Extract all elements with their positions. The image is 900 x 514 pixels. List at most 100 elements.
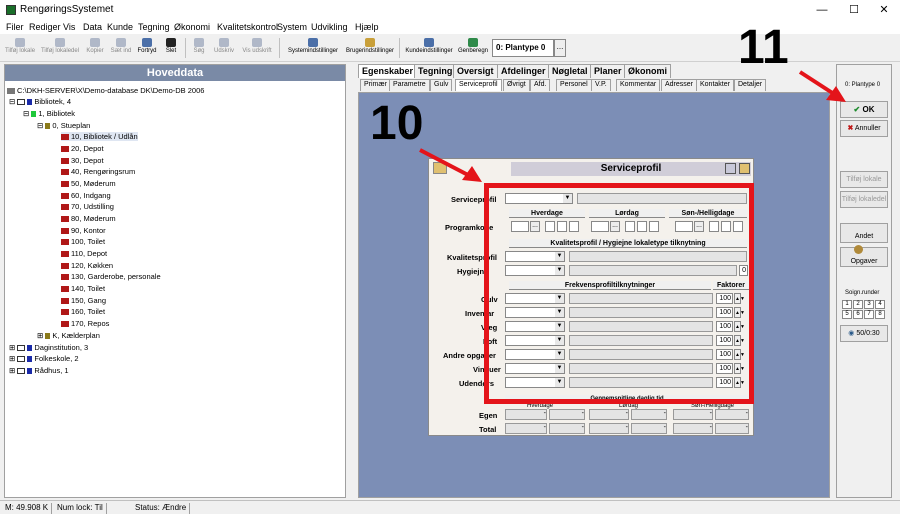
subtab-personel[interactable]: Personel — [556, 79, 592, 91]
room-icon — [61, 251, 69, 258]
subtab-ovrigt[interactable]: Øvrigt — [503, 79, 530, 91]
folder-icon[interactable] — [433, 162, 447, 174]
round-8[interactable]: 8 — [875, 310, 885, 319]
subtab-gulv[interactable]: Gulv — [430, 79, 453, 91]
action-panel: 0: Plantype 0 ✔ OK ✖ Annuller Tilføj lok… — [836, 64, 892, 498]
round-4[interactable]: 4 — [875, 300, 885, 309]
egen-time-field: - — [631, 409, 667, 420]
subtab-primaer[interactable]: Primær — [360, 79, 391, 91]
close-button[interactable]: ✕ — [868, 0, 900, 20]
tab-okonomi[interactable]: Økonomi — [624, 64, 672, 78]
tasks-button[interactable]: Opgaver — [840, 247, 888, 267]
tree-node[interactable]: 110, Depot — [61, 249, 107, 258]
tree-node[interactable]: ⊞ Rådhus, 1 — [9, 366, 69, 375]
tree-node-selected[interactable]: 10, Bibliotek / Udlån — [61, 132, 138, 141]
customer-settings-button[interactable]: Kundeindstillinger — [403, 36, 455, 60]
menu-data[interactable]: Data — [83, 22, 102, 32]
round-2[interactable]: 2 — [853, 300, 863, 309]
copy-button[interactable]: Kopier — [84, 36, 106, 60]
tree-node[interactable]: ⊞ Daginstitution, 3 — [9, 343, 88, 352]
add-roompart-button[interactable]: Tilføj lokaledel — [840, 191, 888, 208]
menu-okonomi[interactable]: Økonomi — [174, 22, 210, 32]
menu-udvikling[interactable]: Udvikling — [311, 22, 348, 32]
tree-node[interactable]: ⊞ K, Kælderplan — [37, 331, 100, 340]
system-settings-button[interactable]: Systemindstillinger — [284, 36, 342, 60]
round-5[interactable]: 5 — [842, 310, 852, 319]
calculator-icon[interactable] — [725, 163, 736, 174]
tree-node[interactable]: 50, Møderum — [61, 179, 116, 188]
tree-node[interactable]: 90, Kontor — [61, 226, 106, 235]
tree-node[interactable]: 130, Garderobe, personale — [61, 272, 161, 281]
other-button[interactable]: Andet — [840, 223, 888, 243]
floor-marker-icon — [45, 123, 51, 130]
plantype-select[interactable]: 0: Plantype 0 — [492, 39, 554, 57]
user-settings-button[interactable]: Brugerindstillinger — [344, 36, 396, 60]
menu-tegning[interactable]: Tegning — [138, 22, 170, 32]
add-room-button[interactable]: Tilføj lokale — [2, 36, 38, 60]
subtab-kommentar[interactable]: Kommentar — [616, 79, 661, 91]
tree-node[interactable]: 170, Repos — [61, 319, 109, 328]
subtab-afd[interactable]: Afd. — [530, 79, 551, 91]
tree-node[interactable]: 100, Toilet — [61, 237, 105, 246]
room-icon — [61, 134, 69, 141]
tree-node[interactable]: 120, Køkken — [61, 261, 113, 270]
tree-node[interactable]: 60, Indgang — [61, 191, 111, 200]
tab-noegletal[interactable]: Nøgletal — [548, 64, 592, 78]
subtab-adresser[interactable]: Adresser — [661, 79, 698, 91]
tab-egenskaber[interactable]: Egenskaber — [358, 64, 418, 78]
minimize-button[interactable]: — — [806, 0, 838, 20]
delete-button[interactable]: Slet — [162, 36, 180, 60]
ok-button[interactable]: ✔ OK — [840, 101, 888, 118]
subtab-vp[interactable]: V.P. — [591, 79, 611, 91]
tab-oversigt[interactable]: Oversigt — [453, 64, 498, 78]
tree-node[interactable]: 20, Depot — [61, 144, 104, 153]
tree-node[interactable]: 160, Toilet — [61, 307, 105, 316]
add-room-button[interactable]: Tilføj lokale — [840, 171, 888, 188]
tree-node[interactable]: 80, Møderum — [61, 214, 116, 223]
time-button[interactable]: ◉ 50/0:30 — [840, 325, 888, 342]
tab-afdelinger[interactable]: Afdelinger — [497, 64, 550, 78]
menu-vis[interactable]: Vis — [63, 22, 75, 32]
print-button[interactable]: Udskriv — [212, 36, 236, 60]
round-6[interactable]: 6 — [853, 310, 863, 319]
tree-node[interactable]: 30, Depot — [61, 156, 104, 165]
round-1[interactable]: 1 — [842, 300, 852, 309]
tree-node[interactable]: 40, Rengøringsrum — [61, 167, 135, 176]
paste-button[interactable]: Sæt ind — [109, 36, 133, 60]
panel-heading: Hoveddata — [5, 65, 345, 81]
edit-icon[interactable] — [739, 163, 750, 174]
tree-node[interactable]: 150, Gang — [61, 296, 106, 305]
paste-icon — [116, 38, 126, 47]
tree-node[interactable]: ⊟ Bibliotek, 4 — [9, 97, 71, 106]
add-roompart-button[interactable]: Tilføj lokaledel — [40, 36, 80, 60]
tree-node[interactable]: 70, Udstilling — [61, 202, 114, 211]
subtab-serviceprofil[interactable]: Serviceprofil — [455, 79, 502, 91]
menu-kvalitetskontrol[interactable]: Kvalitetskontrol — [217, 22, 278, 32]
tab-tegning[interactable]: Tegning — [414, 64, 457, 78]
cancel-button[interactable]: ✖ Annuller — [840, 120, 888, 137]
subtab-detaljer[interactable]: Detaljer — [734, 79, 767, 91]
tree-node[interactable]: ⊟ 1, Bibliotek — [23, 109, 75, 118]
round-7[interactable]: 7 — [864, 310, 874, 319]
menu-system[interactable]: System — [277, 22, 307, 32]
menu-filer[interactable]: Filer — [6, 22, 24, 32]
tab-planer[interactable]: Planer — [590, 64, 626, 78]
menu-rediger[interactable]: Rediger — [29, 22, 61, 32]
print-preview-button[interactable]: Vis udskrift — [240, 36, 274, 60]
tree-node[interactable]: ⊟ 0, Stueplan — [37, 121, 90, 130]
toolbar-separator — [279, 38, 280, 58]
plantype-more-button[interactable]: ... — [554, 39, 566, 57]
round-3[interactable]: 3 — [864, 300, 874, 309]
undo-button[interactable]: Fortryd — [136, 36, 158, 60]
subtab-parametre[interactable]: Parametre — [389, 79, 430, 91]
add-room-icon — [15, 38, 25, 47]
maximize-button[interactable]: ☐ — [838, 0, 870, 20]
search-button[interactable]: Søg — [190, 36, 208, 60]
subtab-kontakter[interactable]: Kontakter — [696, 79, 734, 91]
tree-node[interactable]: ⊞ Folkeskole, 2 — [9, 354, 79, 363]
room-icon — [61, 298, 69, 305]
recalculate-button[interactable]: Genberegn — [457, 36, 489, 60]
menu-hjaelp[interactable]: Hjælp — [355, 22, 379, 32]
menu-kunde[interactable]: Kunde — [107, 22, 133, 32]
tree-node[interactable]: 140, Toilet — [61, 284, 105, 293]
